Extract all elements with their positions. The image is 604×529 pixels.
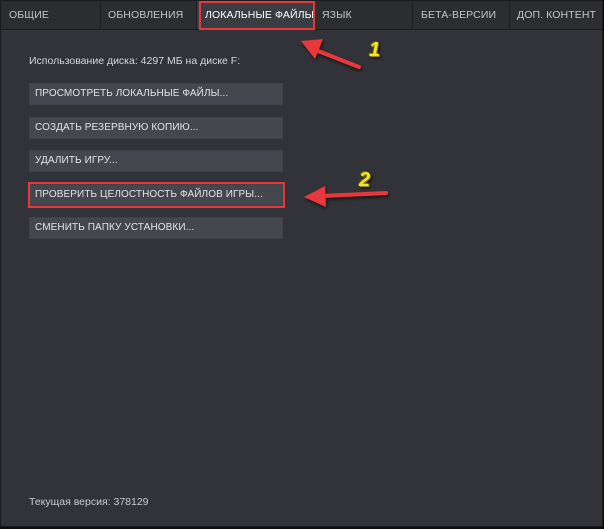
arrow-1-icon: [301, 39, 361, 69]
arrow-2-icon: [304, 186, 388, 207]
step-2-badge: 2: [359, 169, 371, 191]
annotation-arrows: [301, 39, 388, 207]
step-1-badge: 1: [369, 39, 381, 61]
properties-window: ОБЩИЕ ОБНОВЛЕНИЯ ЛОКАЛЬНЫЕ ФАЙЛЫ ЯЗЫК БЕ…: [0, 0, 603, 527]
